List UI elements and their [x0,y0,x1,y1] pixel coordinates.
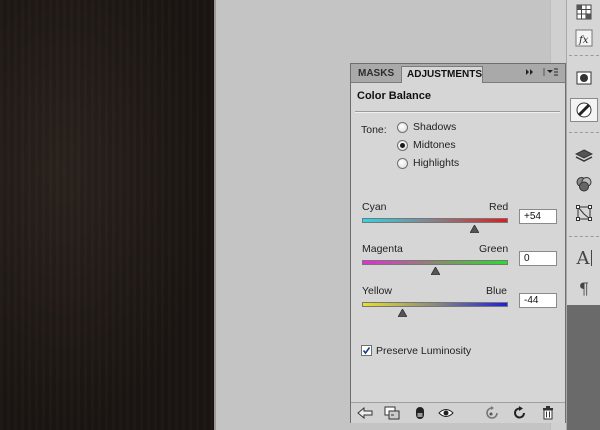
dock-separator [569,55,599,56]
title-divider [355,111,560,113]
panel-menu-icon[interactable] [543,67,559,80]
cyan-red-value-input[interactable]: +54 [519,209,557,224]
paths-icon[interactable] [570,201,598,225]
magenta-green-slider-thumb[interactable] [429,266,441,276]
tone-label: Tone: [361,124,387,136]
preserve-luminosity-label[interactable]: Preserve Luminosity [376,345,471,357]
fx-glyph: fx [578,35,589,46]
magenta-label: Magenta [362,243,403,255]
preserve-luminosity-checkbox[interactable] [361,345,372,356]
adjustments-icon[interactable] [570,98,598,122]
tone-shadows-radio[interactable] [397,122,408,133]
text-cursor [590,250,592,266]
panel-tab-bar: MASKS ADJUSTMENTS [351,64,565,83]
channels-icon[interactable] [570,172,598,196]
yellow-blue-slider-track[interactable] [362,302,508,307]
clip-to-layer-icon[interactable] [383,405,401,421]
eye-icon[interactable] [437,405,455,421]
fx-styles-icon[interactable]: fx [570,26,598,50]
layers-icon[interactable] [570,144,598,168]
paragraph-icon[interactable]: ¶ [570,276,598,300]
tab-masks[interactable]: MASKS [353,66,399,82]
document-canvas[interactable] [0,0,214,430]
dock-separator [569,236,599,237]
back-arrow-icon[interactable] [356,405,374,421]
yellow-label: Yellow [362,285,392,297]
character-icon[interactable]: A [570,246,598,270]
dock-separator [569,132,599,133]
double-arrow-icon[interactable] [525,67,535,80]
panel-footer-toolbar [351,402,565,423]
green-label: Green [479,243,509,255]
red-label: Red [489,201,509,213]
layer-visibility-toggle-icon[interactable] [411,405,429,421]
adjustments-panel: MASKS ADJUSTMENTS Color Balance Tone: Sh… [350,63,566,423]
dock-empty-area [567,305,600,430]
magenta-green-value-input[interactable]: 0 [519,251,557,266]
tone-highlights-label[interactable]: Highlights [413,157,459,169]
swatches-grid-icon[interactable] [570,0,598,24]
tab-adjustments[interactable]: ADJUSTMENTS [401,66,483,83]
cyan-red-slider-track[interactable] [362,218,508,223]
reset-icon[interactable] [484,405,502,421]
mask-icon[interactable] [570,66,598,90]
blue-label: Blue [486,285,508,297]
adjustment-title: Color Balance [357,90,431,102]
tone-midtones-radio[interactable] [397,140,408,151]
tone-highlights-radio[interactable] [397,158,408,169]
paragraph-glyph: ¶ [578,278,590,298]
character-glyph: A [576,247,590,269]
trash-icon[interactable] [539,405,557,421]
magenta-green-slider-track[interactable] [362,260,508,265]
cyan-red-slider-thumb[interactable] [469,224,480,234]
cyan-label: Cyan [362,201,387,213]
tone-shadows-label[interactable]: Shadows [413,121,456,133]
refresh-icon[interactable] [511,405,529,421]
yellow-blue-value-input[interactable]: -44 [519,293,557,308]
right-icon-dock: fx A ¶ [566,0,600,430]
tone-midtones-label[interactable]: Midtones [413,139,456,151]
yellow-blue-slider-thumb[interactable] [397,308,409,318]
